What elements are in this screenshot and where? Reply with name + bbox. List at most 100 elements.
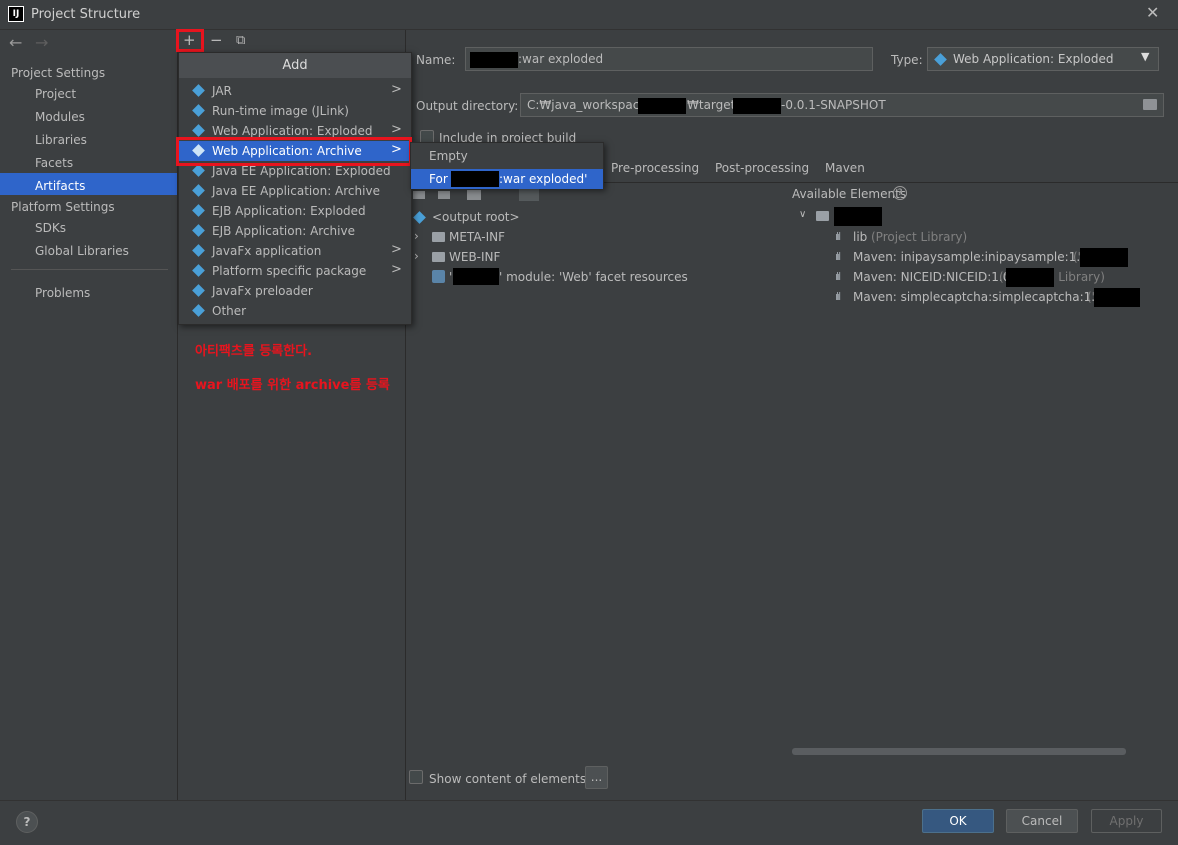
web-archive-highlight <box>176 137 412 166</box>
name-field[interactable]: :war exploded <box>465 47 873 71</box>
redacted-block <box>453 268 499 285</box>
available-lib-kind: (Project Library) <box>871 230 968 244</box>
popup-item-label: Other <box>212 304 247 318</box>
back-arrow-icon[interactable]: ← <box>9 33 22 52</box>
redacted-block <box>1006 268 1054 287</box>
submenu-item-for[interactable]: For :war exploded' <box>411 169 603 189</box>
tree-toolbar-icon[interactable] <box>467 190 481 200</box>
folder-browse-icon[interactable] <box>1143 99 1157 110</box>
web-archive-submenu: Empty For :war exploded' <box>410 142 604 189</box>
sort-icon[interactable] <box>519 189 539 201</box>
redacted-block <box>451 171 499 187</box>
tab-post-processing[interactable]: Post-processing <box>715 160 809 176</box>
sidebar-item-global-libraries[interactable]: Global Libraries <box>35 243 129 259</box>
tree-toolbar-icon[interactable] <box>413 191 425 199</box>
submenu-for-suffix: :war exploded' <box>499 172 588 186</box>
tree-meta-inf[interactable]: META-INF <box>449 229 505 245</box>
web-app-icon <box>934 53 947 66</box>
show-content-options-button[interactable]: ... <box>585 766 608 789</box>
available-elements-label: Available Elements <box>792 187 907 201</box>
available-lib-name[interactable]: Maven: inipaysample:inipaysample:1.3.0 <box>853 249 1099 265</box>
type-select-value: Web Application: Exploded <box>953 52 1114 66</box>
popup-item-ejb-exploded[interactable]: EJB Application: Exploded <box>179 201 411 221</box>
artifact-icon <box>192 104 205 117</box>
type-label: Type: <box>891 53 923 67</box>
popup-item-label: EJB Application: Exploded <box>212 204 366 218</box>
module-folder-icon <box>816 211 829 221</box>
sidebar-item-artifacts[interactable]: Artifacts <box>35 178 85 194</box>
popup-item-label: Run-time image (JLink) <box>212 104 349 118</box>
apply-button[interactable]: Apply <box>1091 809 1162 833</box>
add-icon[interactable]: + <box>183 31 196 49</box>
forward-arrow-icon[interactable]: → <box>35 33 48 52</box>
sidebar <box>0 30 178 800</box>
artifact-icon <box>192 304 205 317</box>
show-content-checkbox[interactable] <box>409 770 423 784</box>
popup-header: Add <box>179 53 411 78</box>
web-facet-icon <box>432 270 445 283</box>
artifact-icon <box>192 224 205 237</box>
popup-item-javafx-preloader[interactable]: JavaFx preloader <box>179 281 411 301</box>
title-bar: IJ Project Structure ✕ <box>0 0 1178 30</box>
popup-item-ejb-archive[interactable]: EJB Application: Archive <box>179 221 411 241</box>
tree-web-inf[interactable]: WEB-INF <box>449 249 500 265</box>
close-icon[interactable]: ✕ <box>1146 3 1159 22</box>
remove-icon[interactable]: − <box>210 31 223 49</box>
popup-item-javafx-application[interactable]: JavaFx application > <box>179 241 411 261</box>
help-icon[interactable]: ? <box>16 811 38 833</box>
tab-maven[interactable]: Maven <box>825 160 865 176</box>
library-icon: ılıl <box>835 270 841 283</box>
add-artifact-popup: Add JAR > Run-time image (JLink) Web App… <box>178 52 412 325</box>
popup-item-runtime-image[interactable]: Run-time image (JLink) <box>179 101 411 121</box>
tree-facet-resources[interactable]: ' module: 'Web' facet resources <box>499 269 688 285</box>
popup-item-label: JavaFx preloader <box>212 284 313 298</box>
ok-button[interactable]: OK <box>922 809 994 833</box>
chevron-right-icon[interactable]: › <box>414 228 419 244</box>
library-icon: ılıl <box>835 290 841 303</box>
submenu-for-prefix: For <box>429 172 448 186</box>
artifact-icon <box>192 84 205 97</box>
popup-item-platform-package[interactable]: Platform specific package > <box>179 261 411 281</box>
name-label: Name: <box>416 53 456 67</box>
chevron-down-icon[interactable]: ∨ <box>799 207 806 223</box>
redacted-block <box>733 98 781 114</box>
horizontal-scrollbar[interactable] <box>792 748 1126 755</box>
tree-output-root[interactable]: <output root> <box>432 209 520 225</box>
popup-item-other[interactable]: Other <box>179 301 411 321</box>
output-root-icon <box>413 211 426 224</box>
artifact-icon <box>192 264 205 277</box>
type-select[interactable]: Web Application: Exploded ▼ <box>927 47 1159 71</box>
popup-item-label: JavaFx application <box>212 244 322 258</box>
app-logo-icon: IJ <box>8 6 24 22</box>
sidebar-item-project[interactable]: Project <box>35 86 76 102</box>
available-lib-name[interactable]: lib <box>853 229 867 245</box>
tree-facet-prefix: ' <box>449 270 453 284</box>
available-lib-name[interactable]: Maven: NICEID:NICEID:1.0 <box>853 269 1010 285</box>
chevron-right-icon: > <box>391 122 402 137</box>
popup-item-label: Java EE Application: Archive <box>212 184 380 198</box>
dialog-footer <box>0 800 1178 845</box>
sidebar-item-facets[interactable]: Facets <box>35 155 73 171</box>
sidebar-item-libraries[interactable]: Libraries <box>35 132 87 148</box>
tree-toolbar-icon[interactable] <box>438 191 450 199</box>
redacted-block <box>638 98 686 114</box>
submenu-item-empty[interactable]: Empty <box>429 148 468 164</box>
popup-item-label: EJB Application: Archive <box>212 224 355 238</box>
sidebar-item-modules[interactable]: Modules <box>35 109 85 125</box>
library-icon: ılıl <box>835 230 841 243</box>
copy-icon[interactable]: ⧉ <box>236 33 245 48</box>
redacted-block <box>1094 288 1140 307</box>
redacted-block <box>834 207 882 226</box>
help-icon[interactable]: ? <box>893 186 907 200</box>
output-directory-field[interactable]: C:₩java_workspace₩ ₩target₩ -0.0.1-SNAPS… <box>520 93 1164 117</box>
tab-pre-processing[interactable]: Pre-processing <box>611 160 699 176</box>
output-directory-label: Output directory: <box>416 99 519 113</box>
sidebar-item-problems[interactable]: Problems <box>35 285 90 301</box>
sidebar-item-sdks[interactable]: SDKs <box>35 220 66 236</box>
cancel-button[interactable]: Cancel <box>1006 809 1078 833</box>
chevron-right-icon[interactable]: › <box>414 248 419 264</box>
popup-item-jar[interactable]: JAR > <box>179 81 411 101</box>
platform-settings-heading: Platform Settings <box>11 200 115 214</box>
available-lib-name[interactable]: Maven: simplecaptcha:simplecaptcha:1.2.1 <box>853 289 1114 305</box>
popup-item-javaee-archive[interactable]: Java EE Application: Archive <box>179 181 411 201</box>
